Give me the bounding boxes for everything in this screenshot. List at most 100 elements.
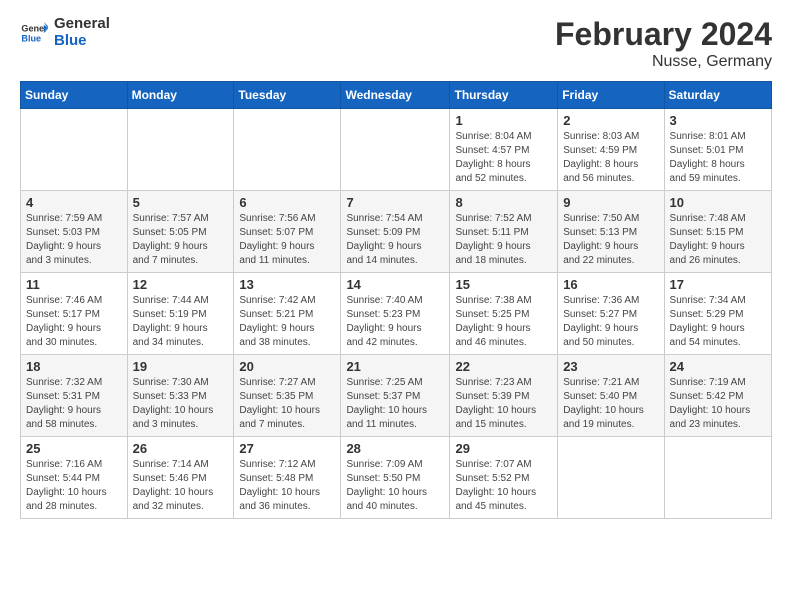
calendar-week-1: 1Sunrise: 8:04 AM Sunset: 4:57 PM Daylig… [21, 109, 772, 191]
subtitle: Nusse, Germany [555, 53, 772, 71]
day-info: Sunrise: 7:50 AM Sunset: 5:13 PM Dayligh… [563, 212, 658, 268]
day-info: Sunrise: 7:32 AM Sunset: 5:31 PM Dayligh… [26, 376, 122, 432]
calendar-week-5: 25 Sunrise: 7:16 AM Sunset: 5:44 PM Dayli… [21, 437, 772, 519]
calendar-week-2: 4Sunrise: 7:59 AM Sunset: 5:03 PM Daylig… [21, 191, 772, 273]
calendar-cell [664, 437, 771, 519]
day-number: 7 [346, 195, 444, 210]
day-number: 1 [455, 113, 552, 128]
header-row: SundayMondayTuesdayWednesdayThursdayFrid… [21, 82, 772, 109]
day-number: 14 [346, 277, 444, 292]
day-number: 25 [26, 441, 122, 456]
day-number: 23 [563, 359, 658, 374]
header-day-thursday: Thursday [450, 82, 558, 109]
day-number: 5 [133, 195, 229, 210]
calendar-cell: 3 Sunrise: 8:01 AM Sunset: 5:01 PM Daylig… [664, 109, 771, 191]
calendar-cell: 13 Sunrise: 7:42 AM Sunset: 5:21 PM Dayli… [234, 273, 341, 355]
header-day-tuesday: Tuesday [234, 82, 341, 109]
day-number: 6 [239, 195, 335, 210]
day-info: Sunrise: 7:42 AM Sunset: 5:21 PM Dayligh… [239, 294, 335, 350]
day-info: Sunrise: 8:03 AM Sunset: 4:59 PM Dayligh… [563, 130, 658, 186]
header-day-sunday: Sunday [21, 82, 128, 109]
day-number: 16 [563, 277, 658, 292]
day-number: 4 [26, 195, 122, 210]
calendar-cell [127, 109, 234, 191]
calendar-cell: 12 Sunrise: 7:44 AM Sunset: 5:19 PM Dayli… [127, 273, 234, 355]
page-header: General Blue General Blue February 2024 … [20, 16, 772, 71]
day-number: 28 [346, 441, 444, 456]
day-info: Sunrise: 7:23 AM Sunset: 5:39 PM Dayligh… [455, 376, 552, 432]
day-number: 12 [133, 277, 229, 292]
day-info: Sunrise: 7:40 AM Sunset: 5:23 PM Dayligh… [346, 294, 444, 350]
day-number: 21 [346, 359, 444, 374]
calendar-cell [21, 109, 128, 191]
calendar-table: SundayMondayTuesdayWednesdayThursdayFrid… [20, 81, 772, 519]
day-number: 20 [239, 359, 335, 374]
calendar-cell: 7 Sunrise: 7:54 AM Sunset: 5:09 PM Daylig… [341, 191, 450, 273]
day-number: 13 [239, 277, 335, 292]
calendar-cell: 1Sunrise: 8:04 AM Sunset: 4:57 PM Daylig… [450, 109, 558, 191]
day-info: Sunrise: 8:01 AM Sunset: 5:01 PM Dayligh… [670, 130, 766, 186]
calendar-cell: 8Sunrise: 7:52 AM Sunset: 5:11 PM Daylig… [450, 191, 558, 273]
calendar-cell: 14 Sunrise: 7:40 AM Sunset: 5:23 PM Dayli… [341, 273, 450, 355]
day-info: Sunrise: 7:30 AM Sunset: 5:33 PM Dayligh… [133, 376, 229, 432]
header-day-saturday: Saturday [664, 82, 771, 109]
day-info: Sunrise: 7:12 AM Sunset: 5:48 PM Dayligh… [239, 458, 335, 514]
day-number: 11 [26, 277, 122, 292]
title-area: February 2024 Nusse, Germany [555, 16, 772, 71]
calendar-week-3: 11 Sunrise: 7:46 AM Sunset: 5:17 PM Dayli… [21, 273, 772, 355]
day-info: Sunrise: 7:57 AM Sunset: 5:05 PM Dayligh… [133, 212, 229, 268]
calendar-cell: 26 Sunrise: 7:14 AM Sunset: 5:46 PM Dayli… [127, 437, 234, 519]
logo-general-text: General [54, 16, 110, 33]
calendar-cell: 18Sunrise: 7:32 AM Sunset: 5:31 PM Dayli… [21, 355, 128, 437]
calendar-cell: 2 Sunrise: 8:03 AM Sunset: 4:59 PM Daylig… [558, 109, 664, 191]
header-day-friday: Friday [558, 82, 664, 109]
calendar-header: SundayMondayTuesdayWednesdayThursdayFrid… [21, 82, 772, 109]
day-number: 8 [455, 195, 552, 210]
day-number: 2 [563, 113, 658, 128]
day-info: Sunrise: 7:07 AM Sunset: 5:52 PM Dayligh… [455, 458, 552, 514]
calendar-cell [341, 109, 450, 191]
day-info: Sunrise: 7:56 AM Sunset: 5:07 PM Dayligh… [239, 212, 335, 268]
day-number: 22 [455, 359, 552, 374]
day-number: 15 [455, 277, 552, 292]
calendar-cell: 11 Sunrise: 7:46 AM Sunset: 5:17 PM Dayli… [21, 273, 128, 355]
day-info: Sunrise: 7:19 AM Sunset: 5:42 PM Dayligh… [670, 376, 766, 432]
day-number: 26 [133, 441, 229, 456]
calendar-cell: 9Sunrise: 7:50 AM Sunset: 5:13 PM Daylig… [558, 191, 664, 273]
main-title: February 2024 [555, 16, 772, 53]
day-info: Sunrise: 7:16 AM Sunset: 5:44 PM Dayligh… [26, 458, 122, 514]
calendar-cell: 25 Sunrise: 7:16 AM Sunset: 5:44 PM Dayli… [21, 437, 128, 519]
day-info: Sunrise: 7:54 AM Sunset: 5:09 PM Dayligh… [346, 212, 444, 268]
day-info: Sunrise: 7:44 AM Sunset: 5:19 PM Dayligh… [133, 294, 229, 350]
day-number: 10 [670, 195, 766, 210]
day-info: Sunrise: 7:34 AM Sunset: 5:29 PM Dayligh… [670, 294, 766, 350]
calendar-cell: 23 Sunrise: 7:21 AM Sunset: 5:40 PM Dayli… [558, 355, 664, 437]
calendar-cell: 29Sunrise: 7:07 AM Sunset: 5:52 PM Dayli… [450, 437, 558, 519]
day-info: Sunrise: 7:46 AM Sunset: 5:17 PM Dayligh… [26, 294, 122, 350]
day-info: Sunrise: 7:21 AM Sunset: 5:40 PM Dayligh… [563, 376, 658, 432]
day-number: 19 [133, 359, 229, 374]
calendar-cell: 21Sunrise: 7:25 AM Sunset: 5:37 PM Dayli… [341, 355, 450, 437]
calendar-cell: 19 Sunrise: 7:30 AM Sunset: 5:33 PM Dayli… [127, 355, 234, 437]
calendar-cell: 16Sunrise: 7:36 AM Sunset: 5:27 PM Dayli… [558, 273, 664, 355]
calendar-cell [234, 109, 341, 191]
day-info: Sunrise: 7:14 AM Sunset: 5:46 PM Dayligh… [133, 458, 229, 514]
day-number: 17 [670, 277, 766, 292]
calendar-cell: 6 Sunrise: 7:56 AM Sunset: 5:07 PM Daylig… [234, 191, 341, 273]
calendar-cell: 17 Sunrise: 7:34 AM Sunset: 5:29 PM Dayli… [664, 273, 771, 355]
calendar-cell [558, 437, 664, 519]
day-number: 3 [670, 113, 766, 128]
day-info: Sunrise: 7:48 AM Sunset: 5:15 PM Dayligh… [670, 212, 766, 268]
day-info: Sunrise: 7:09 AM Sunset: 5:50 PM Dayligh… [346, 458, 444, 514]
logo: General Blue General Blue [20, 16, 110, 49]
logo-blue-text: Blue [54, 33, 110, 50]
day-info: Sunrise: 7:27 AM Sunset: 5:35 PM Dayligh… [239, 376, 335, 432]
calendar-week-4: 18Sunrise: 7:32 AM Sunset: 5:31 PM Dayli… [21, 355, 772, 437]
calendar-cell: 10 Sunrise: 7:48 AM Sunset: 5:15 PM Dayli… [664, 191, 771, 273]
logo-icon: General Blue [20, 19, 48, 47]
calendar-cell: 22 Sunrise: 7:23 AM Sunset: 5:39 PM Dayli… [450, 355, 558, 437]
calendar-cell: 24Sunrise: 7:19 AM Sunset: 5:42 PM Dayli… [664, 355, 771, 437]
day-number: 27 [239, 441, 335, 456]
calendar-cell: 20 Sunrise: 7:27 AM Sunset: 5:35 PM Dayli… [234, 355, 341, 437]
calendar-body: 1Sunrise: 8:04 AM Sunset: 4:57 PM Daylig… [21, 109, 772, 519]
